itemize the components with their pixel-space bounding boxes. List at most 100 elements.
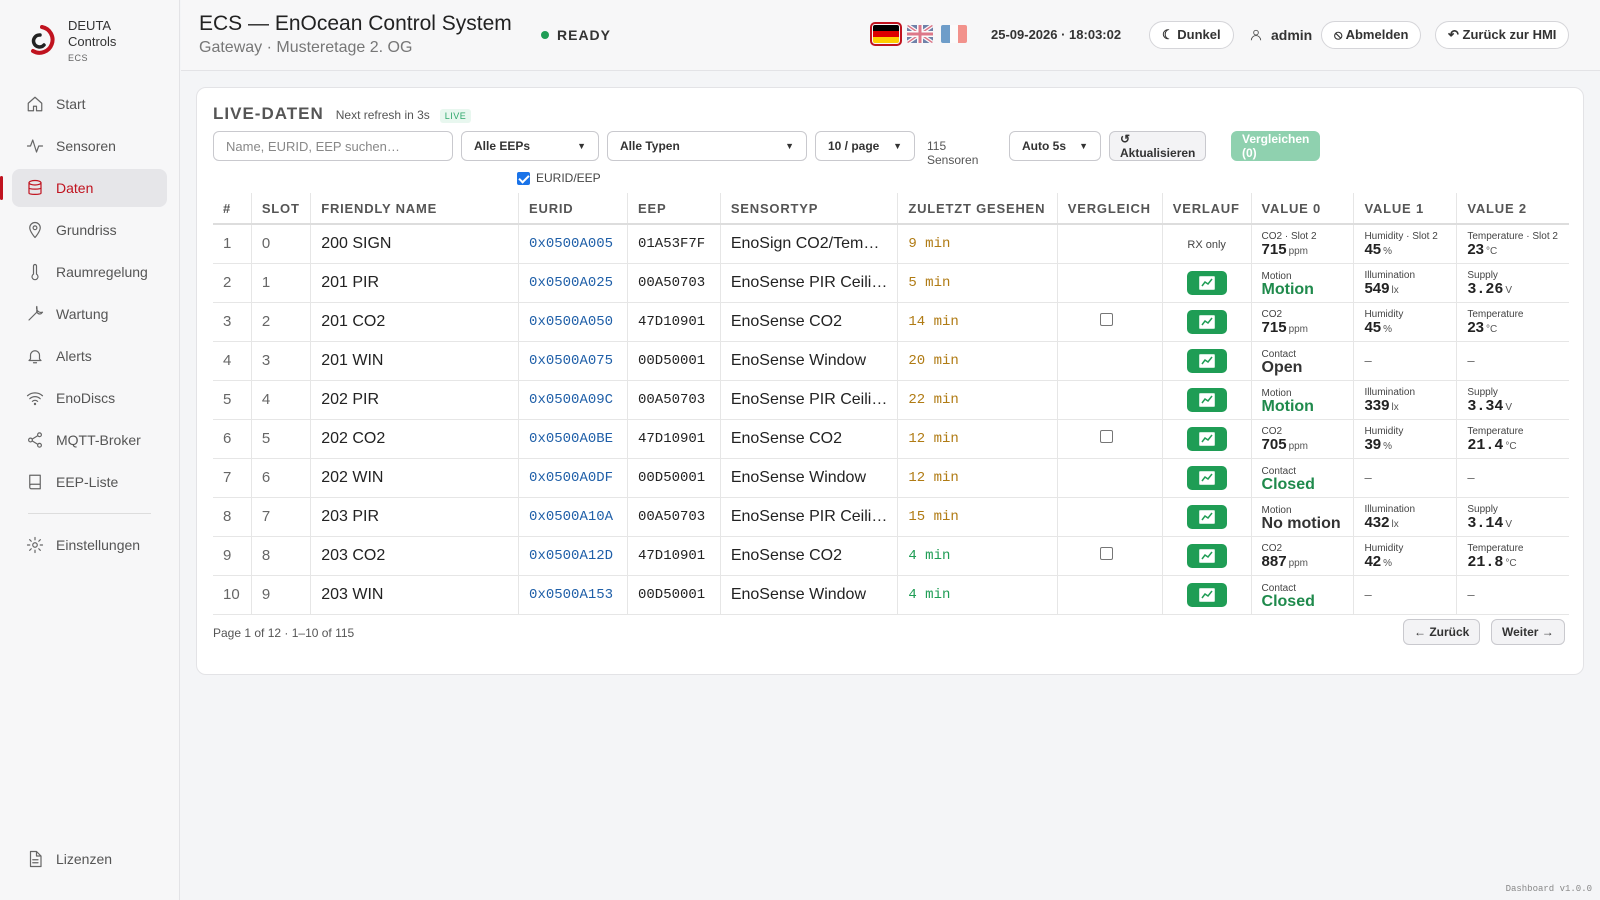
value-cell: Illumination 549 lx (1353, 263, 1458, 303)
history-chart-button[interactable] (1186, 348, 1227, 373)
type-filter-select[interactable]: Alle Typen ▼ (607, 131, 807, 161)
refresh-button[interactable]: ↺ Aktualisieren (1109, 131, 1207, 161)
table-row[interactable]: 4 3 201 WIN 0x0500A075 00D50001 EnoSense Wind… (213, 341, 1569, 381)
flag-uk-icon[interactable] (907, 25, 933, 43)
value-cell: Contact Open (1251, 341, 1355, 381)
table-row[interactable]: 2 1 201 PIR 0x0500A025 00A50703 EnoSense PIR … (213, 263, 1569, 303)
last-seen-cell: 15 min (897, 497, 1058, 537)
eurid-cell[interactable]: 0x0500A10A (518, 497, 628, 537)
sidebar-item-raumregelung[interactable]: Raumregelung (12, 253, 167, 291)
value-unit: °C (1486, 245, 1498, 257)
live-badge: LIVE (439, 109, 472, 123)
history-chart-button[interactable] (1186, 270, 1227, 295)
history-cell (1162, 458, 1252, 498)
eurid-cell[interactable]: 0x0500A075 (518, 341, 628, 381)
wrench-icon (28, 305, 44, 321)
value-cell: – (1353, 575, 1458, 615)
value-block: Contact Open (1262, 348, 1344, 376)
sensortype-cell: EnoSense Window (720, 341, 899, 381)
sidebar-item-wartung[interactable]: Wartung (12, 295, 167, 333)
eurid-cell[interactable]: 0x0500A153 (518, 575, 628, 615)
sidebar-item-sensoren[interactable]: Sensoren (12, 127, 167, 165)
next-page-button[interactable]: Weiter → (1491, 619, 1565, 645)
file-icon (29, 850, 42, 868)
table-row[interactable]: 6 5 202 CO2 0x0500A0BE 47D10901 EnoSense CO2 1… (213, 419, 1569, 459)
logout-button[interactable]: ⦸ Abmelden (1321, 21, 1422, 49)
brand-line1: DEUTA (68, 18, 112, 33)
friendly-name-cell: 201 PIR (310, 263, 520, 303)
compare-cell (1057, 224, 1163, 264)
page-size-select[interactable]: 10 / page ▼ (815, 131, 915, 161)
value-number: 21.8 (1467, 553, 1504, 571)
auto-refresh-select[interactable]: Auto 5s ▼ (1009, 131, 1101, 161)
last-seen-cell: 20 min (897, 341, 1058, 381)
history-chart-button[interactable] (1186, 426, 1227, 451)
eurid-cell[interactable]: 0x0500A12D (518, 536, 628, 576)
value-block: Temperature 21.8 °C (1467, 542, 1559, 570)
table-row[interactable]: 5 4 202 PIR 0x0500A09C 00A50703 EnoSense PIR … (213, 380, 1569, 420)
eep-cell: 00D50001 (627, 341, 721, 381)
eurid-cell[interactable]: 0x0500A0BE (518, 419, 628, 459)
compare-checkbox[interactable] (1100, 429, 1114, 443)
sidebar-item-label: Daten (56, 180, 94, 196)
compare-cell (1057, 380, 1163, 420)
history-chart-button[interactable] (1186, 543, 1227, 568)
eurid-eep-toggle[interactable]: EURID/EEP (517, 171, 601, 185)
slot-cell: 1 (251, 263, 312, 303)
eep-filter-select[interactable]: Alle EEPs ▼ (461, 131, 599, 161)
dark-mode-button[interactable]: ☾ Dunkel (1149, 21, 1234, 49)
eurid-cell[interactable]: 0x0500A0DF (518, 458, 628, 498)
column-header: FRIENDLY NAME (310, 193, 520, 225)
eurid-cell[interactable]: 0x0500A025 (518, 263, 628, 303)
table-body: 1 0 200 SIGN 0x0500A005 01A53F7F EnoSign CO2/… (213, 224, 1569, 615)
sidebar-item-lizenzen[interactable]: Lizenzen (12, 840, 168, 878)
sidebar-item-daten[interactable]: Daten (0, 169, 167, 207)
sidebar-nav: Start Sensoren Daten Grundriss Raumregel… (0, 85, 179, 564)
friendly-name-cell: 202 CO2 (310, 419, 520, 459)
sidebar-item-label: Raumregelung (56, 264, 148, 280)
history-chart-button[interactable] (1186, 504, 1227, 529)
table-row[interactable]: 8 7 203 PIR 0x0500A10A 00A50703 EnoSense PIR … (213, 497, 1569, 537)
value-number: 23 (1467, 318, 1485, 336)
row-index: 1 (213, 224, 252, 264)
value-block: Supply 3.26 V (1467, 269, 1559, 297)
table-row[interactable]: 9 8 203 CO2 0x0500A12D 47D10901 EnoSense CO2 4… (213, 536, 1569, 576)
compare-checkbox[interactable] (1100, 546, 1114, 560)
back-to-hmi-button[interactable]: ↶ Zurück zur HMI (1435, 21, 1570, 49)
wifi-icon (26, 392, 44, 406)
history-chart-button[interactable] (1186, 309, 1227, 334)
brand-line3: ECS (68, 53, 89, 63)
value-block: Humidity 42% (1364, 542, 1446, 570)
eurid-eep-checkbox[interactable] (517, 171, 530, 185)
eurid-cell[interactable]: 0x0500A005 (518, 224, 628, 264)
sidebar-item-alerts[interactable]: Alerts (12, 337, 167, 375)
sidebar-item-mqtt-broker[interactable]: MQTT-Broker (12, 421, 167, 459)
flag-de-icon[interactable] (870, 22, 902, 46)
history-chart-button[interactable] (1186, 582, 1227, 607)
value-block: Humidity 45% (1364, 308, 1446, 336)
eurid-cell[interactable]: 0x0500A09C (518, 380, 628, 420)
sensor-count: 115 Sensoren (927, 139, 979, 167)
table-row[interactable]: 1 0 200 SIGN 0x0500A005 01A53F7F EnoSign CO2/… (213, 224, 1569, 264)
eurid-cell[interactable]: 0x0500A050 (518, 302, 628, 342)
search-input[interactable]: Name, EURID, EEP suchen… (213, 131, 453, 161)
prev-page-button[interactable]: ← Zurück (1403, 619, 1481, 645)
compare-button[interactable]: Vergleichen (0) (1231, 131, 1321, 161)
chevron-down-icon: ▼ (893, 141, 902, 151)
sidebar-item-start[interactable]: Start (12, 85, 167, 123)
history-chart-button[interactable] (1186, 465, 1227, 490)
sidebar-item-eep-liste[interactable]: EEP-Liste (12, 463, 167, 501)
table-row[interactable]: 10 9 203 WIN 0x0500A153 00D50001 EnoSense Win… (213, 575, 1569, 615)
compare-checkbox[interactable] (1100, 312, 1114, 326)
sidebar-item-enodiscs[interactable]: EnoDiscs (12, 379, 167, 417)
friendly-name-cell: 201 WIN (310, 341, 520, 381)
history-chart-button[interactable] (1186, 387, 1227, 412)
value-number: 42 (1364, 552, 1382, 570)
value-cell: Humidity 39% (1353, 419, 1458, 459)
status-indicator: READY (541, 27, 611, 43)
table-row[interactable]: 3 2 201 CO2 0x0500A050 47D10901 EnoSense CO2 1… (213, 302, 1569, 342)
sidebar-item-grundriss[interactable]: Grundriss (12, 211, 167, 249)
table-row[interactable]: 7 6 202 WIN 0x0500A0DF 00D50001 EnoSense Wind… (213, 458, 1569, 498)
sidebar-item-einstellungen[interactable]: Einstellungen (12, 526, 167, 564)
flag-fr-icon[interactable] (941, 25, 967, 43)
